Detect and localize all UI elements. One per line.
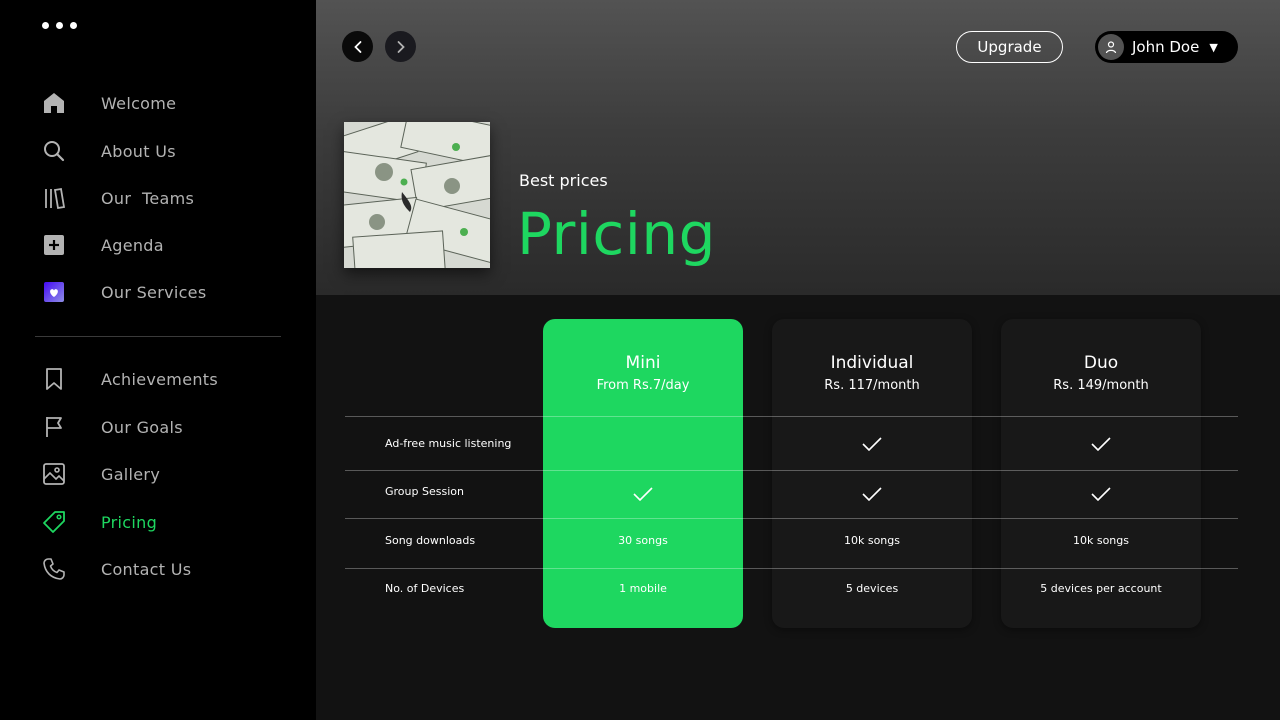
sidebar-item-agenda[interactable]: Agenda — [40, 228, 290, 262]
feature-value: 5 devices — [845, 582, 899, 595]
chevron-left-icon — [353, 40, 361, 53]
sidebar-item-contact-us[interactable]: Contact Us — [40, 552, 290, 586]
sidebar-item-label: About Us — [101, 141, 176, 161]
plan-name: Mini — [625, 353, 661, 373]
sidebar-item-gallery[interactable]: Gallery — [40, 457, 290, 491]
plus-square-icon — [40, 231, 68, 259]
row-divider — [345, 416, 1238, 417]
tag-icon — [40, 508, 68, 536]
check-icon — [1001, 437, 1201, 451]
check-icon — [543, 487, 743, 501]
feature-label: Group Session — [385, 485, 464, 498]
feature-value: 10k songs — [1072, 534, 1129, 547]
sidebar-item-label: Our Goals — [101, 417, 183, 437]
sidebar-item-label: Our Teams — [101, 188, 195, 208]
feature-value: 5 devices per account — [1040, 582, 1162, 595]
more-dots-icon[interactable] — [42, 22, 77, 29]
row-divider — [345, 518, 1238, 519]
sidebar-item-pricing[interactable]: Pricing — [40, 505, 290, 539]
feature-label: Ad-free music listening — [385, 437, 512, 450]
feature-label: No. of Devices — [385, 582, 465, 595]
row-divider — [345, 568, 1238, 569]
image-icon — [40, 460, 68, 488]
avatar — [1098, 34, 1124, 60]
heart-square-icon — [40, 278, 68, 306]
bookmark-icon — [40, 365, 68, 393]
plan-price: From Rs.7/day — [596, 378, 690, 393]
back-button[interactable] — [342, 31, 373, 62]
check-icon — [1001, 487, 1201, 501]
user-name: John Doe — [1132, 38, 1200, 56]
dollar-bills-image — [344, 122, 490, 268]
caret-down-icon: ▼ — [1209, 40, 1218, 54]
forward-button[interactable] — [385, 31, 416, 62]
main-content: Upgrade John Doe ▼ Best prices Pricing M… — [316, 0, 1280, 720]
user-menu[interactable]: John Doe ▼ — [1095, 31, 1238, 63]
sidebar-item-label: Pricing — [101, 512, 158, 532]
feature-value: 1 mobile — [619, 582, 667, 595]
sidebar-item-label: Agenda — [101, 235, 164, 255]
sidebar-divider — [35, 336, 281, 337]
plan-name: Individual — [830, 353, 914, 373]
plan-name: Duo — [1083, 353, 1119, 373]
sidebar-item-label: Contact Us — [101, 559, 192, 579]
plan-price: Rs. 117/month — [824, 378, 920, 393]
phone-icon — [40, 555, 68, 583]
upgrade-button[interactable]: Upgrade — [956, 31, 1063, 63]
chevron-right-icon — [397, 40, 405, 53]
row-divider — [345, 470, 1238, 471]
sidebar-item-achievements[interactable]: Achievements — [40, 362, 290, 396]
page-title: Pricing — [517, 200, 716, 268]
sidebar-item-label: Welcome — [101, 93, 177, 113]
library-icon — [40, 184, 68, 212]
feature-label: Song downloads — [385, 534, 476, 547]
sidebar-item-about-us[interactable]: About Us — [40, 134, 290, 168]
sidebar-item-our-teams[interactable]: Our Teams — [40, 181, 290, 215]
sidebar-item-label: Gallery — [101, 464, 161, 484]
check-icon — [772, 487, 972, 501]
hero-eyebrow: Best prices — [519, 171, 608, 190]
search-icon — [40, 137, 68, 165]
user-icon — [1105, 41, 1117, 54]
feature-value: 30 songs — [618, 534, 668, 547]
home-icon — [40, 89, 68, 117]
plan-price: Rs. 149/month — [1053, 378, 1149, 393]
flag-icon — [40, 413, 68, 441]
sidebar: Welcome About Us Our Teams Agenda Our Se… — [0, 0, 316, 720]
check-icon — [772, 437, 972, 451]
sidebar-item-welcome[interactable]: Welcome — [40, 86, 290, 120]
sidebar-item-label: Our Services — [101, 282, 207, 302]
sidebar-item-our-services[interactable]: Our Services — [40, 275, 290, 309]
sidebar-item-label: Achievements — [101, 369, 218, 389]
feature-value: 10k songs — [843, 534, 900, 547]
sidebar-item-our-goals[interactable]: Our Goals — [40, 410, 290, 444]
